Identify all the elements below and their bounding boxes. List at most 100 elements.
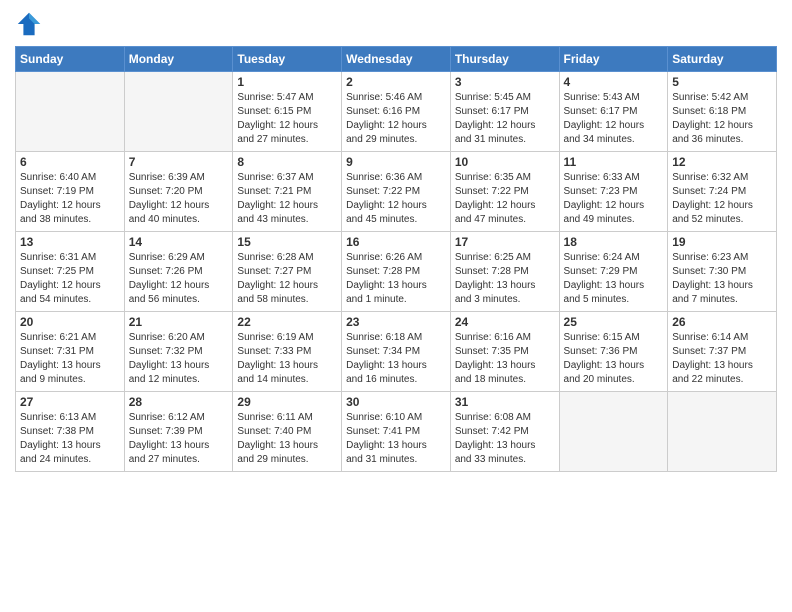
day-number: 21 — [129, 315, 229, 329]
calendar-week-row: 20 Sunrise: 6:21 AMSunset: 7:31 PMDayligh… — [16, 312, 777, 392]
day-detail: Sunrise: 6:24 AMSunset: 7:29 PMDaylight:… — [564, 251, 664, 307]
day-number: 11 — [564, 155, 664, 169]
page-header — [15, 10, 777, 38]
col-thursday: Thursday — [450, 47, 559, 72]
day-detail: Sunrise: 6:33 AMSunset: 7:23 PMDaylight:… — [564, 171, 664, 227]
col-friday: Friday — [559, 47, 668, 72]
day-detail: Sunrise: 6:26 AMSunset: 7:28 PMDaylight:… — [346, 251, 446, 307]
table-row: 27Sunrise: 6:13 AMSunset: 7:38 PMDayligh… — [16, 392, 125, 472]
table-row: 6 Sunrise: 6:40 AMSunset: 7:19 PMDaylight… — [16, 152, 125, 232]
day-detail: Sunrise: 6:10 AMSunset: 7:41 PMDaylight:… — [346, 411, 446, 467]
day-number: 19 — [672, 235, 772, 249]
day-number: 18 — [564, 235, 664, 249]
day-detail: Sunrise: 6:20 AMSunset: 7:32 PMDaylight:… — [129, 331, 229, 387]
table-row — [124, 72, 233, 152]
day-detail: Sunrise: 6:13 AMSunset: 7:38 PMDaylight:… — [20, 411, 120, 467]
day-number: 24 — [455, 315, 555, 329]
day-number: 5 — [672, 75, 772, 89]
table-row: 10Sunrise: 6:35 AMSunset: 7:22 PMDayligh… — [450, 152, 559, 232]
day-number: 2 — [346, 75, 446, 89]
day-detail: Sunrise: 5:43 AMSunset: 6:17 PMDaylight:… — [564, 91, 664, 147]
day-number: 29 — [237, 395, 337, 409]
table-row: 31 Sunrise: 6:08 AMSunset: 7:42 PMDayligh… — [450, 392, 559, 472]
day-detail: Sunrise: 6:28 AMSunset: 7:27 PMDaylight:… — [237, 251, 337, 307]
table-row: 30 Sunrise: 6:10 AMSunset: 7:41 PMDayligh… — [342, 392, 451, 472]
table-row: 21 Sunrise: 6:20 AMSunset: 7:32 PMDayligh… — [124, 312, 233, 392]
col-wednesday: Wednesday — [342, 47, 451, 72]
day-number: 12 — [672, 155, 772, 169]
logo-icon — [15, 10, 43, 38]
col-monday: Monday — [124, 47, 233, 72]
day-detail: Sunrise: 6:15 AMSunset: 7:36 PMDaylight:… — [564, 331, 664, 387]
day-number: 4 — [564, 75, 664, 89]
table-row: 14Sunrise: 6:29 AMSunset: 7:26 PMDayligh… — [124, 232, 233, 312]
table-row — [16, 72, 125, 152]
day-detail: Sunrise: 5:46 AMSunset: 6:16 PMDaylight:… — [346, 91, 446, 147]
day-number: 20 — [20, 315, 120, 329]
day-number: 31 — [455, 395, 555, 409]
table-row: 2 Sunrise: 5:46 AMSunset: 6:16 PMDaylight… — [342, 72, 451, 152]
day-number: 6 — [20, 155, 120, 169]
day-detail: Sunrise: 6:12 AMSunset: 7:39 PMDaylight:… — [129, 411, 229, 467]
table-row: 9 Sunrise: 6:36 AMSunset: 7:22 PMDaylight… — [342, 152, 451, 232]
day-number: 22 — [237, 315, 337, 329]
table-row — [559, 392, 668, 472]
table-row: 17 Sunrise: 6:25 AMSunset: 7:28 PMDayligh… — [450, 232, 559, 312]
table-row: 18 Sunrise: 6:24 AMSunset: 7:29 PMDayligh… — [559, 232, 668, 312]
day-number: 23 — [346, 315, 446, 329]
day-detail: Sunrise: 6:31 AMSunset: 7:25 PMDaylight:… — [20, 251, 120, 307]
day-number: 30 — [346, 395, 446, 409]
day-number: 15 — [237, 235, 337, 249]
table-row: 8 Sunrise: 6:37 AMSunset: 7:21 PMDaylight… — [233, 152, 342, 232]
day-detail: Sunrise: 6:21 AMSunset: 7:31 PMDaylight:… — [20, 331, 120, 387]
table-row: 4 Sunrise: 5:43 AMSunset: 6:17 PMDaylight… — [559, 72, 668, 152]
day-number: 26 — [672, 315, 772, 329]
table-row: 22 Sunrise: 6:19 AMSunset: 7:33 PMDayligh… — [233, 312, 342, 392]
table-row: 20 Sunrise: 6:21 AMSunset: 7:31 PMDayligh… — [16, 312, 125, 392]
table-row: 19Sunrise: 6:23 AMSunset: 7:30 PMDayligh… — [668, 232, 777, 312]
day-number: 28 — [129, 395, 229, 409]
table-row: 12Sunrise: 6:32 AMSunset: 7:24 PMDayligh… — [668, 152, 777, 232]
day-detail: Sunrise: 6:40 AMSunset: 7:19 PMDaylight:… — [20, 171, 120, 227]
day-number: 10 — [455, 155, 555, 169]
day-number: 7 — [129, 155, 229, 169]
day-detail: Sunrise: 5:42 AMSunset: 6:18 PMDaylight:… — [672, 91, 772, 147]
table-row: 16 Sunrise: 6:26 AMSunset: 7:28 PMDayligh… — [342, 232, 451, 312]
logo — [15, 10, 47, 38]
table-row: 11 Sunrise: 6:33 AMSunset: 7:23 PMDayligh… — [559, 152, 668, 232]
day-number: 9 — [346, 155, 446, 169]
table-row: 24Sunrise: 6:16 AMSunset: 7:35 PMDayligh… — [450, 312, 559, 392]
day-number: 14 — [129, 235, 229, 249]
day-number: 17 — [455, 235, 555, 249]
calendar-week-row: 27Sunrise: 6:13 AMSunset: 7:38 PMDayligh… — [16, 392, 777, 472]
calendar-week-row: 13 Sunrise: 6:31 AMSunset: 7:25 PMDayligh… — [16, 232, 777, 312]
table-row: 5 Sunrise: 5:42 AMSunset: 6:18 PMDaylight… — [668, 72, 777, 152]
day-detail: Sunrise: 6:18 AMSunset: 7:34 PMDaylight:… — [346, 331, 446, 387]
day-number: 13 — [20, 235, 120, 249]
table-row — [668, 392, 777, 472]
table-row: 23 Sunrise: 6:18 AMSunset: 7:34 PMDayligh… — [342, 312, 451, 392]
col-tuesday: Tuesday — [233, 47, 342, 72]
day-number: 16 — [346, 235, 446, 249]
day-number: 25 — [564, 315, 664, 329]
day-detail: Sunrise: 6:14 AMSunset: 7:37 PMDaylight:… — [672, 331, 772, 387]
day-detail: Sunrise: 5:47 AMSunset: 6:15 PMDaylight:… — [237, 91, 337, 147]
table-row: 26 Sunrise: 6:14 AMSunset: 7:37 PMDayligh… — [668, 312, 777, 392]
day-detail: Sunrise: 6:08 AMSunset: 7:42 PMDaylight:… — [455, 411, 555, 467]
table-row: 28 Sunrise: 6:12 AMSunset: 7:39 PMDayligh… — [124, 392, 233, 472]
day-number: 8 — [237, 155, 337, 169]
day-detail: Sunrise: 6:37 AMSunset: 7:21 PMDaylight:… — [237, 171, 337, 227]
day-number: 3 — [455, 75, 555, 89]
day-detail: Sunrise: 6:36 AMSunset: 7:22 PMDaylight:… — [346, 171, 446, 227]
table-row: 7 Sunrise: 6:39 AMSunset: 7:20 PMDaylight… — [124, 152, 233, 232]
table-row: 1 Sunrise: 5:47 AMSunset: 6:15 PMDaylight… — [233, 72, 342, 152]
day-detail: Sunrise: 6:25 AMSunset: 7:28 PMDaylight:… — [455, 251, 555, 307]
day-detail: Sunrise: 6:19 AMSunset: 7:33 PMDaylight:… — [237, 331, 337, 387]
day-number: 1 — [237, 75, 337, 89]
col-sunday: Sunday — [16, 47, 125, 72]
calendar-week-row: 6 Sunrise: 6:40 AMSunset: 7:19 PMDaylight… — [16, 152, 777, 232]
table-row: 15 Sunrise: 6:28 AMSunset: 7:27 PMDayligh… — [233, 232, 342, 312]
day-detail: Sunrise: 5:45 AMSunset: 6:17 PMDaylight:… — [455, 91, 555, 147]
table-row: 29Sunrise: 6:11 AMSunset: 7:40 PMDayligh… — [233, 392, 342, 472]
day-detail: Sunrise: 6:39 AMSunset: 7:20 PMDaylight:… — [129, 171, 229, 227]
